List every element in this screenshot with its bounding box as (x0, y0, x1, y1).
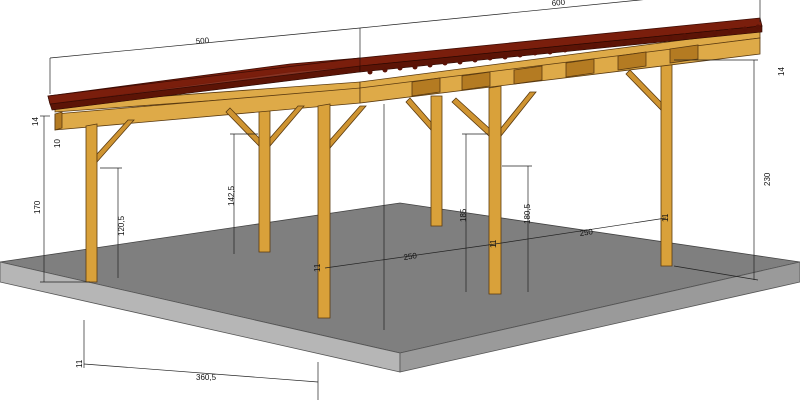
dim-roof-left: 500 (195, 36, 210, 46)
dim-post-size-b: 11 (489, 239, 498, 248)
dim-post-height-right: 230 (763, 172, 772, 186)
dim-brace-height-left: 120,5 (117, 215, 126, 236)
dim-post-size-c: 11 (661, 213, 670, 222)
dim-beam-width-left: 10 (53, 139, 62, 148)
dim-roof-right: 600 (551, 0, 566, 8)
dim-post-height-left: 170 (33, 200, 42, 214)
dim-post-height-center: 185 (459, 208, 468, 222)
dim-post-size-a: 11 (313, 263, 322, 272)
dim-bottom-size: 11 (75, 359, 84, 368)
carport-drawing: 500 600 14 10 170 120,5 142,5 230 14 250… (0, 0, 800, 400)
dim-span-right: 250 (579, 227, 594, 238)
dim-beam-height-right: 14 (777, 67, 786, 76)
dim-brace-height-mid: 142,5 (227, 185, 236, 206)
dim-bottom-length: 360,5 (196, 373, 217, 382)
dim-beam-height-left: 14 (31, 117, 40, 126)
dim-brace-height-center: 180,5 (523, 203, 532, 224)
dim-span-front: 250 (403, 251, 418, 262)
